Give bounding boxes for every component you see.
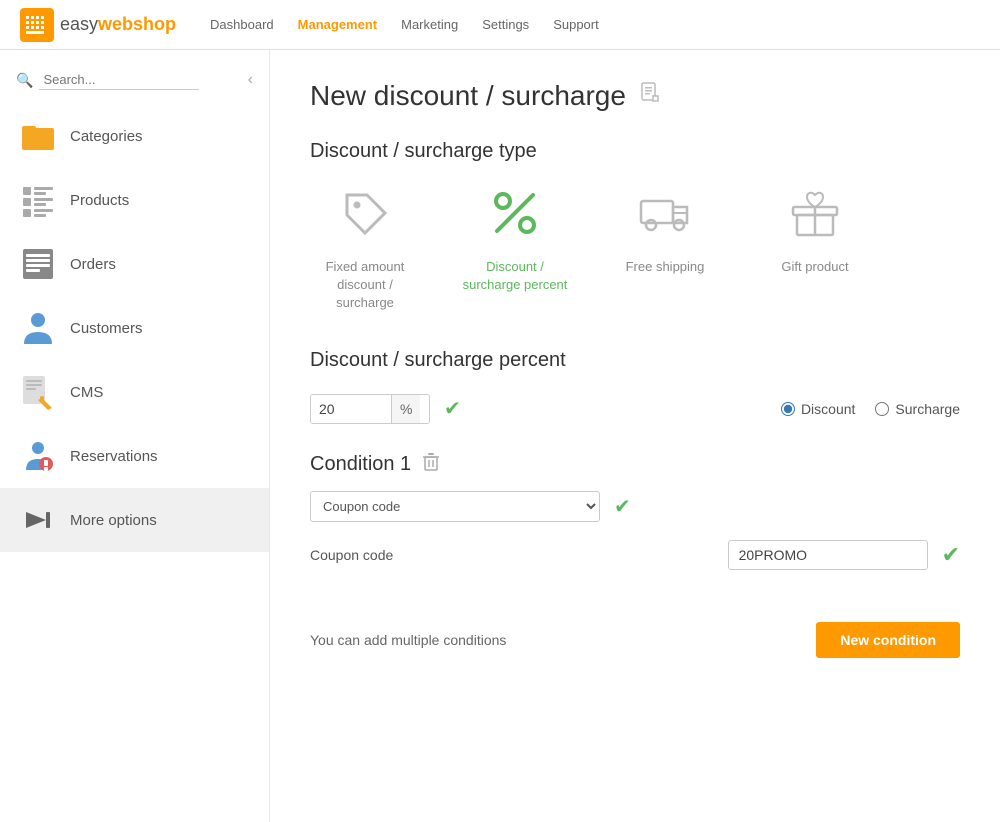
cms-icon [20,374,56,410]
percent-check-icon: ✔ [444,396,461,421]
condition-check-icon: ✔ [614,494,631,519]
percent-input-wrap: % [310,394,430,424]
type-option-gift[interactable]: Gift product [760,185,870,276]
sidebar-item-customers[interactable]: Customers [0,296,269,360]
coupon-code-input[interactable] [728,540,928,570]
radio-discount-label: Discount [801,401,855,417]
radio-surcharge-input[interactable] [875,402,889,416]
radio-discount-input[interactable] [781,402,795,416]
radio-surcharge[interactable]: Surcharge [875,401,960,417]
sidebar-item-cms[interactable]: CMS [0,360,269,424]
sidebar-item-label: Reservations [70,448,158,465]
sidebar-item-label: More options [70,512,157,529]
type-option-fixed[interactable]: Fixed amount discount / surcharge [310,185,420,313]
sidebar: 🔍 ‹ Categories [0,50,270,822]
tag-icon [337,185,393,250]
type-section: Discount / surcharge type Fixed amount d… [310,140,960,313]
search-icon: 🔍 [16,72,33,89]
percent-icon [487,185,543,250]
logo: easywebshop [20,8,176,42]
new-condition-button[interactable]: New condition [816,622,960,658]
type-label: Discount / surcharge percent [460,258,570,294]
coupon-input-wrap: ✔ [728,540,960,570]
products-icon [20,182,56,218]
nav-management[interactable]: Management [298,17,377,32]
trash-icon[interactable] [421,452,441,477]
layout: 🔍 ‹ Categories [0,50,1000,822]
percent-row: % ✔ Discount Surcharge [310,394,960,424]
nav-marketing[interactable]: Marketing [401,17,458,32]
radio-discount[interactable]: Discount [781,401,855,417]
sidebar-search-area: 🔍 ‹ [0,60,269,104]
percent-symbol: % [391,395,420,423]
type-option-percent[interactable]: Discount / surcharge percent [460,185,570,294]
sidebar-item-label: Categories [70,128,143,145]
type-selector: Fixed amount discount / surcharge Discou… [310,185,960,313]
condition-section: Condition 1 Coupon code Minimum order am… [310,452,960,658]
sidebar-item-reservations[interactable]: Reservations [0,424,269,488]
logo-text: easywebshop [60,14,176,35]
main-content: New discount / surcharge Discount / surc… [270,50,1000,822]
top-nav: easywebshop Dashboard Management Marketi… [0,0,1000,50]
sidebar-item-label: Products [70,192,129,209]
sidebar-item-orders[interactable]: Orders [0,232,269,296]
sidebar-item-label: CMS [70,384,103,401]
condition-type-select[interactable]: Coupon code Minimum order amount Custome… [310,491,600,522]
condition-title: Condition 1 [310,453,411,476]
logo-icon [20,8,54,42]
type-label: Gift product [781,258,848,276]
search-input[interactable] [39,70,199,90]
condition-row: Coupon code Minimum order amount Custome… [310,491,960,522]
multiple-conditions-text: You can add multiple conditions [310,632,506,648]
customers-icon [20,310,56,346]
percent-section: Discount / surcharge percent % ✔ Discoun… [310,349,960,424]
coupon-check-icon: ✔ [942,542,960,568]
sidebar-item-products[interactable]: Products [0,168,269,232]
orders-icon [20,246,56,282]
type-label: Free shipping [626,258,705,276]
sidebar-item-label: Customers [70,320,143,337]
radio-surcharge-label: Surcharge [895,401,960,417]
nav-support[interactable]: Support [553,17,599,32]
reservations-icon [20,438,56,474]
arrow-icon [20,502,56,538]
sidebar-item-more-options[interactable]: More options [0,488,269,552]
type-option-shipping[interactable]: Free shipping [610,185,720,276]
nav-dashboard[interactable]: Dashboard [210,17,274,32]
type-label: Fixed amount discount / surcharge [310,258,420,313]
multiple-conditions-row: You can add multiple conditions New cond… [310,606,960,658]
page-title: New discount / surcharge [310,80,626,112]
percent-section-title: Discount / surcharge percent [310,349,960,372]
folder-icon [20,118,56,154]
coupon-label: Coupon code [310,547,410,563]
sidebar-item-label: Orders [70,256,116,273]
sidebar-collapse-button[interactable]: ‹ [248,71,253,89]
document-icon [638,81,662,111]
gift-icon [787,185,843,250]
condition-header: Condition 1 [310,452,960,477]
coupon-row: Coupon code ✔ [310,540,960,570]
sidebar-item-categories[interactable]: Categories [0,104,269,168]
truck-icon [637,185,693,250]
nav-settings[interactable]: Settings [482,17,529,32]
discount-surcharge-radios: Discount Surcharge [781,401,960,417]
page-header: New discount / surcharge [310,80,960,112]
percent-input[interactable] [311,395,391,423]
type-section-title: Discount / surcharge type [310,140,960,163]
